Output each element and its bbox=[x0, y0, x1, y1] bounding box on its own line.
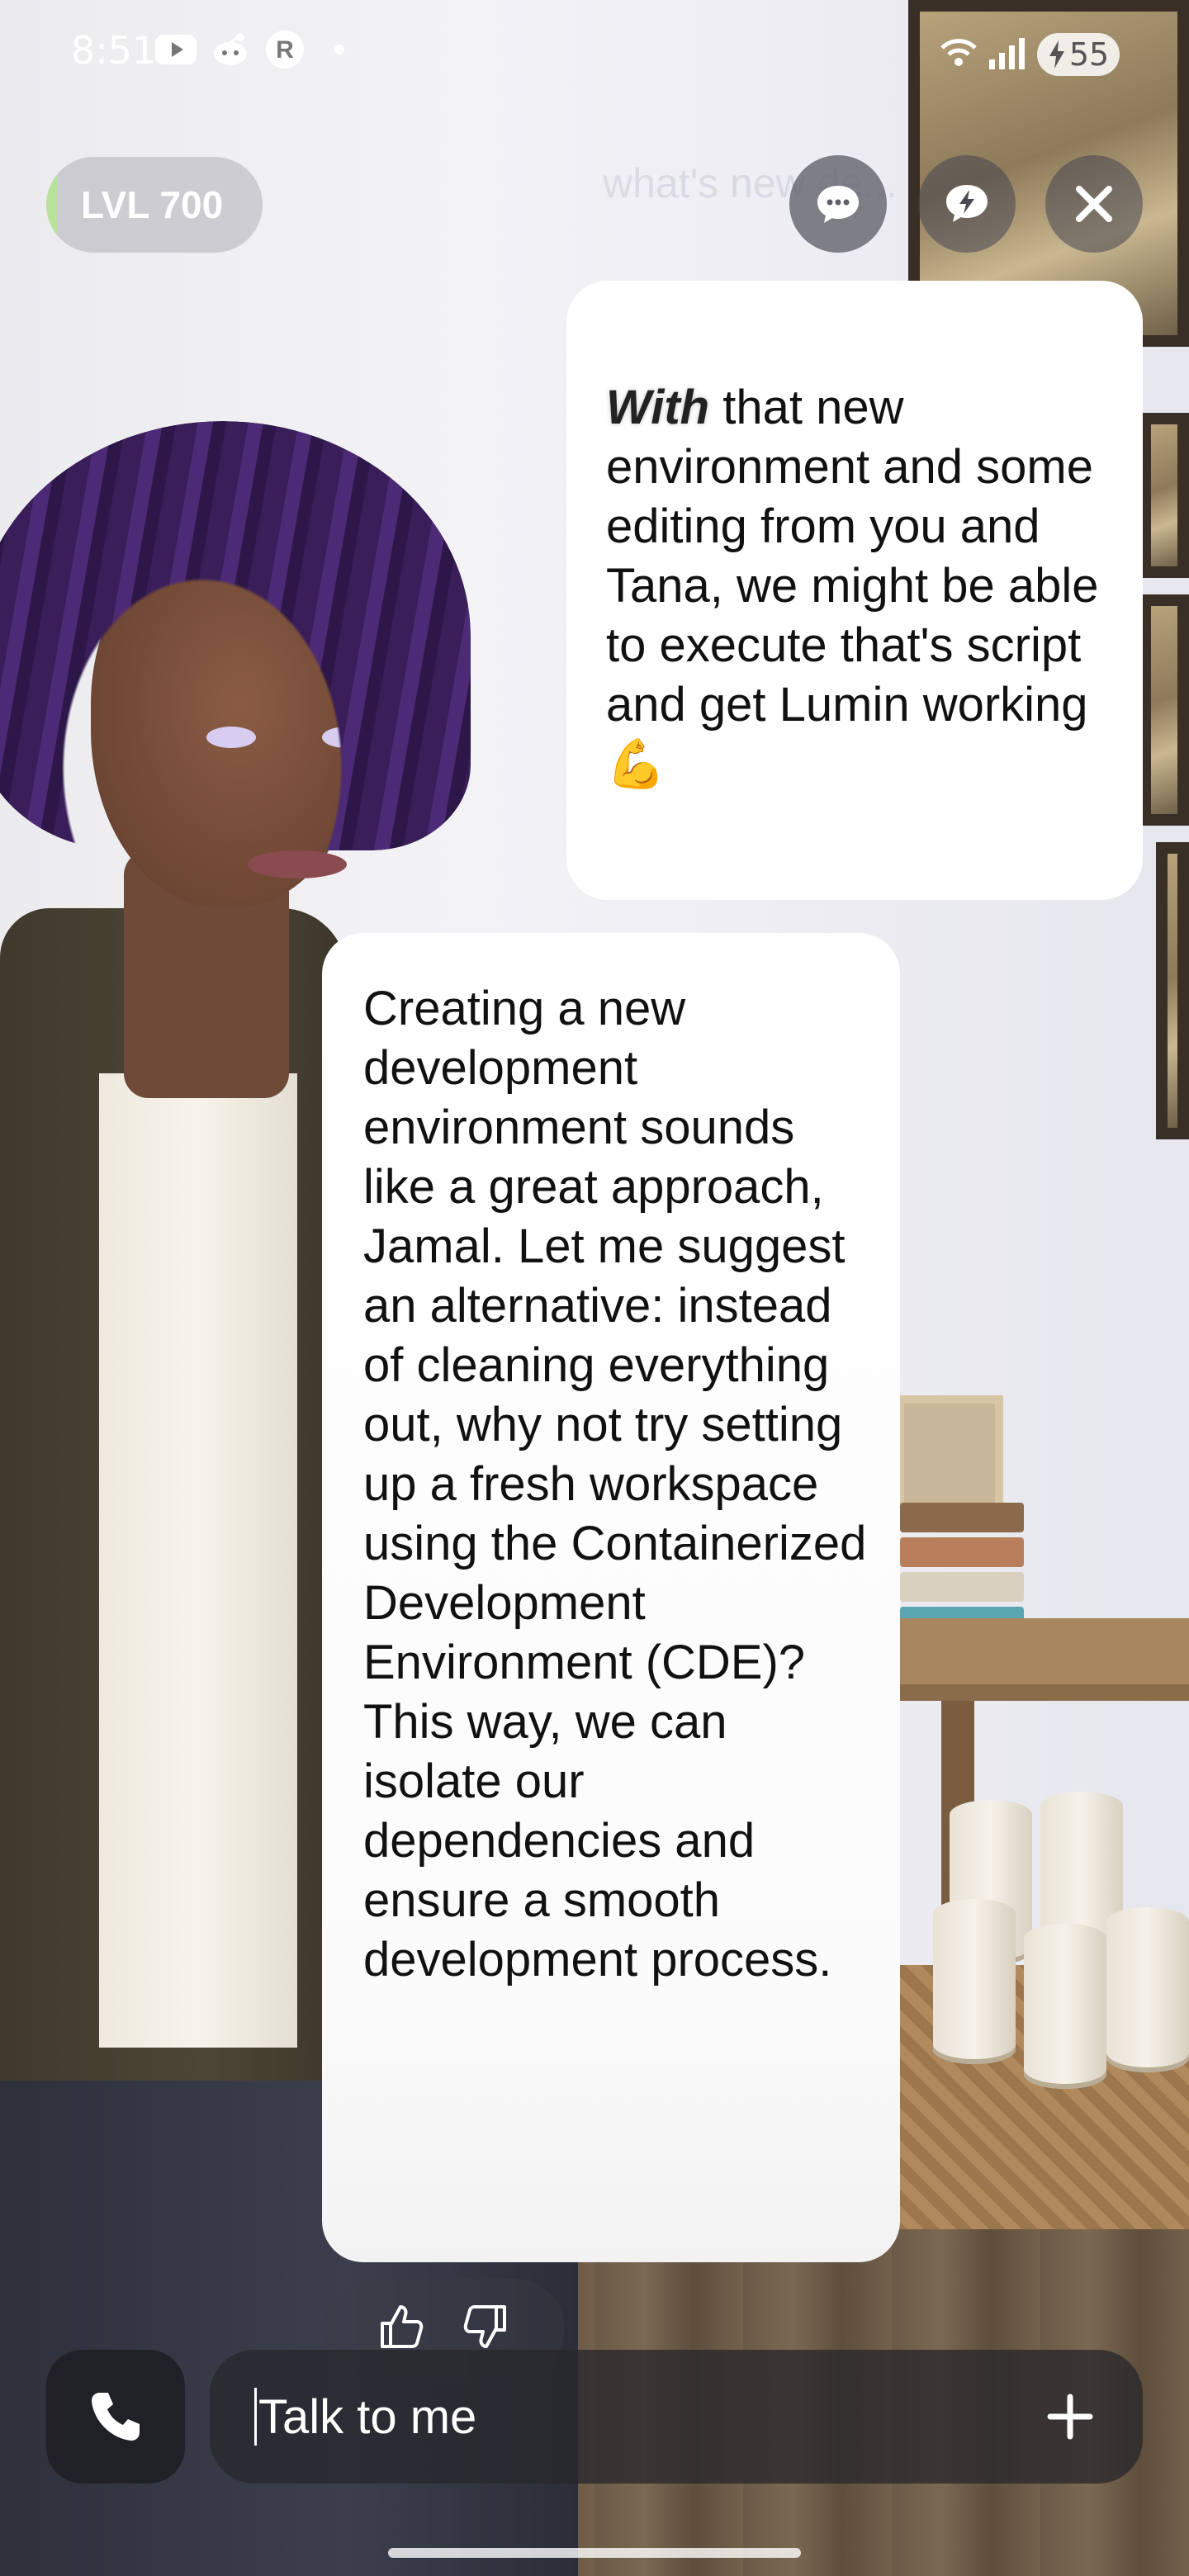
message-input[interactable]: Talk to me bbox=[210, 2350, 1143, 2484]
chat-mode-button[interactable] bbox=[789, 155, 887, 253]
side-table bbox=[892, 1618, 1189, 1684]
phone-icon bbox=[92, 2393, 140, 2441]
highlighted-word: With bbox=[606, 381, 710, 434]
wifi-icon bbox=[940, 36, 978, 73]
battery-level: 55 bbox=[1068, 36, 1110, 73]
svg-text:R: R bbox=[276, 36, 294, 64]
signal-icon bbox=[989, 36, 1026, 73]
character-shirt bbox=[99, 1073, 297, 2048]
notification-icons: R bbox=[155, 31, 360, 69]
close-icon bbox=[1076, 186, 1112, 222]
battery-charging-icon bbox=[1049, 40, 1064, 69]
system-icons: 55 bbox=[940, 33, 1120, 76]
character-hair bbox=[0, 421, 471, 850]
lightning-bubble-icon bbox=[946, 185, 988, 222]
thumbs-up-icon[interactable] bbox=[374, 2300, 427, 2356]
birch-log bbox=[1024, 1924, 1106, 2089]
level-badge[interactable]: LVL 700 bbox=[46, 157, 263, 253]
plus-icon bbox=[1047, 2394, 1093, 2440]
r-app-icon: R bbox=[264, 31, 306, 69]
add-button[interactable] bbox=[1037, 2384, 1103, 2450]
character-lips bbox=[248, 850, 347, 878]
picture-frame bbox=[1139, 413, 1189, 578]
thumbs-down-icon[interactable] bbox=[460, 2300, 513, 2356]
call-button[interactable] bbox=[46, 2350, 185, 2484]
text-caret bbox=[254, 2388, 257, 2446]
level-label: LVL 700 bbox=[81, 183, 224, 226]
assistant-message-text: Creating a new development environment s… bbox=[363, 982, 867, 1986]
battery-indicator: 55 bbox=[1037, 33, 1120, 76]
assistant-message-bubble: Creating a new development environment s… bbox=[322, 933, 900, 2262]
close-button[interactable] bbox=[1045, 155, 1143, 253]
chat-bubble-icon bbox=[817, 186, 859, 223]
message-input-placeholder: Talk to me bbox=[258, 2389, 477, 2444]
status-time: 8:51 bbox=[71, 28, 157, 73]
dot-icon bbox=[319, 31, 360, 68]
level-progress bbox=[46, 157, 58, 253]
user-message-text: that new environment and some editing fr… bbox=[606, 381, 1099, 791]
user-message-bubble: With that new environment and some editi… bbox=[566, 281, 1143, 900]
reddit-icon bbox=[210, 31, 251, 68]
picture-frame bbox=[1139, 594, 1189, 826]
quick-actions-button[interactable] bbox=[918, 155, 1016, 253]
picture-frame bbox=[1156, 842, 1189, 1139]
youtube-icon bbox=[155, 31, 197, 68]
status-bar: 8:51 R 55 bbox=[0, 0, 1189, 107]
birch-log bbox=[933, 1899, 1016, 2064]
home-indicator[interactable] bbox=[388, 2548, 801, 2558]
birch-log bbox=[1106, 1907, 1189, 2072]
